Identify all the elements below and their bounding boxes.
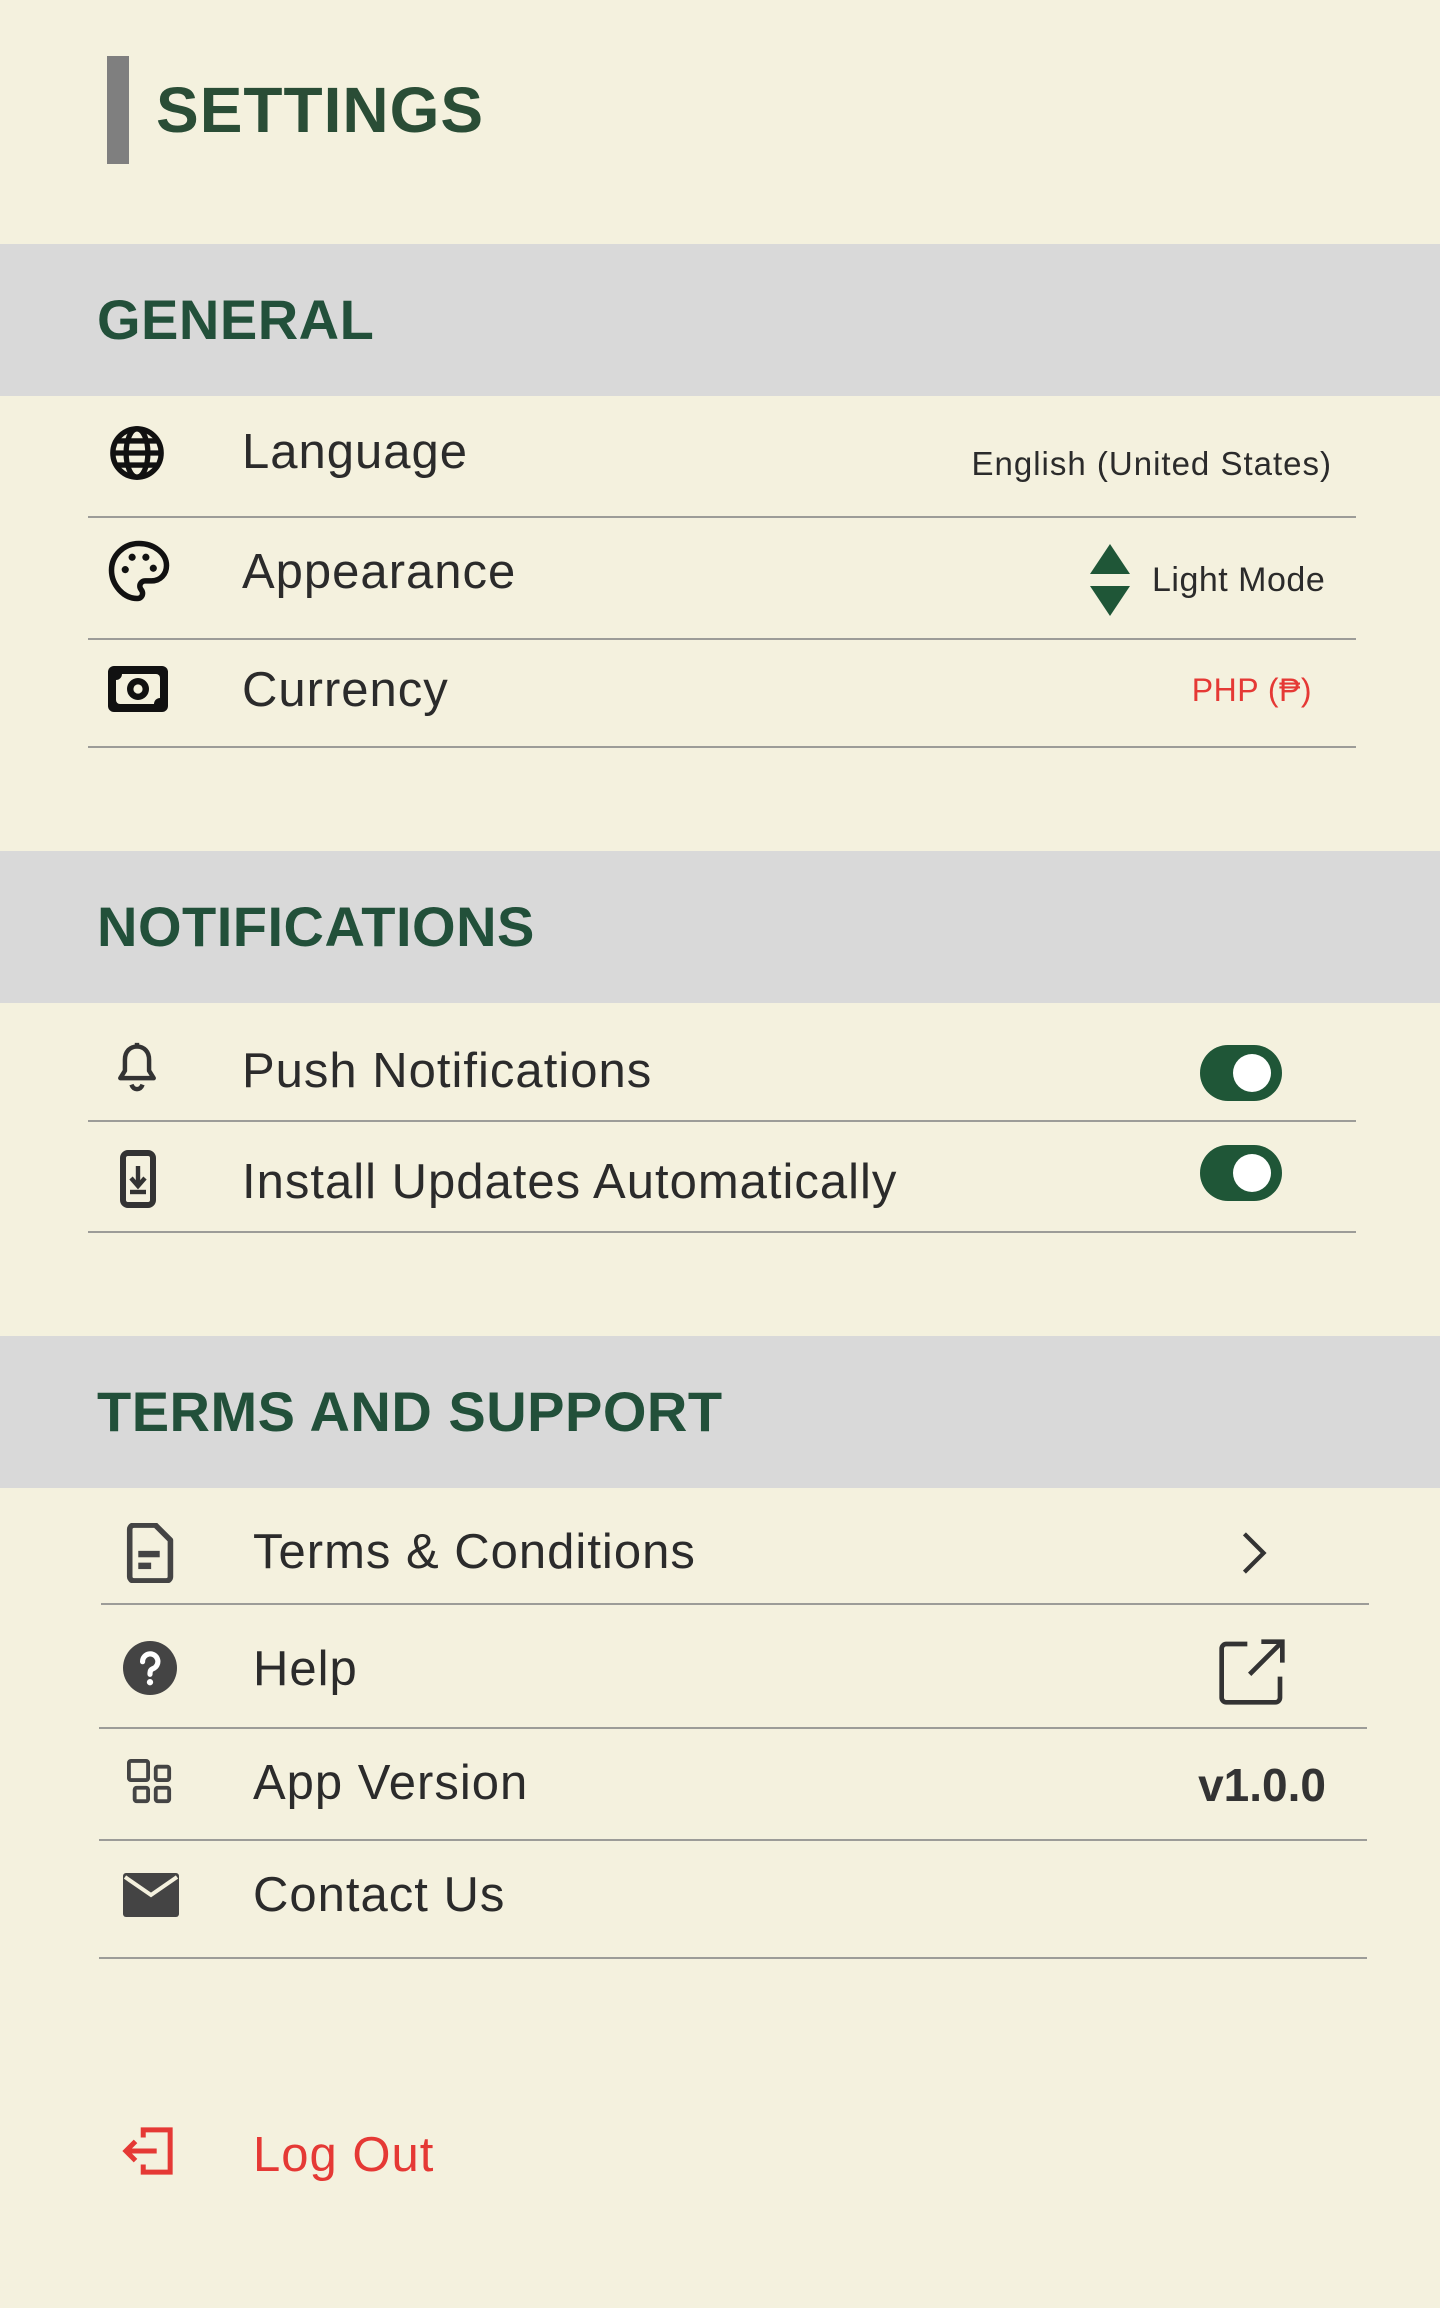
sort-arrows-icon[interactable] [1090,544,1130,616]
logout-label: Log Out [253,2128,435,2182]
appearance-label: Appearance [242,545,517,599]
terms-label: Terms & Conditions [253,1525,696,1579]
bell-icon [114,1041,160,1093]
globe-icon [108,424,166,482]
right-edge-strip [1440,0,1448,2308]
divider [88,746,1356,748]
section-header-notifications: NOTIFICATIONS [0,851,1448,1003]
contact-label: Contact Us [253,1868,506,1922]
currency-value[interactable]: PHP (₱) [1192,670,1312,710]
title-accent-bar [107,56,129,164]
logout-icon [122,2126,176,2176]
settings-row-app-version: App Version v1.0.0 [99,1729,1367,1841]
divider [99,1957,1367,1959]
settings-row-contact[interactable]: Contact Us [99,1841,1367,1959]
logout-button[interactable]: Log Out [120,2120,520,2190]
section-header-general: GENERAL [0,244,1448,396]
palette-icon [106,538,172,604]
divider [88,1231,1356,1233]
appearance-value[interactable]: Light Mode [1152,560,1325,600]
settings-row-appearance[interactable]: Appearance Light Mode [88,518,1356,640]
currency-label: Currency [242,663,449,717]
app-version-label: App Version [253,1756,529,1810]
section-title-notifications: NOTIFICATIONS [97,895,535,958]
settings-page: SETTINGS GENERAL Language English (Unite… [0,0,1448,2308]
download-icon [120,1150,156,1208]
push-notifications-toggle[interactable] [1200,1045,1282,1101]
settings-row-auto-updates[interactable]: Install Updates Automatically [88,1122,1356,1233]
toggle-knob [1233,1054,1271,1092]
settings-row-push-notifications[interactable]: Push Notifications [88,1003,1356,1122]
auto-updates-toggle[interactable] [1200,1145,1282,1201]
apps-icon [127,1759,173,1805]
language-value[interactable]: English (United States) [972,444,1333,484]
settings-row-terms[interactable]: Terms & Conditions [101,1488,1369,1605]
money-icon [108,666,168,712]
help-icon [123,1641,177,1695]
help-label: Help [253,1642,358,1696]
mail-icon [123,1873,179,1917]
settings-row-language[interactable]: Language English (United States) [88,400,1356,518]
language-label: Language [242,425,469,479]
section-title-general: GENERAL [97,288,375,351]
page-title: SETTINGS [156,74,485,146]
app-version-value: v1.0.0 [1198,1759,1326,1811]
settings-row-help[interactable]: Help [99,1605,1367,1729]
chevron-right-icon[interactable] [1240,1530,1268,1576]
external-link-icon[interactable] [1217,1637,1287,1707]
push-notifications-label: Push Notifications [242,1044,653,1098]
document-icon [123,1523,175,1583]
settings-row-currency[interactable]: Currency PHP (₱) [88,640,1356,748]
section-header-support: TERMS AND SUPPORT [0,1336,1448,1488]
auto-updates-label: Install Updates Automatically [242,1155,898,1209]
toggle-knob [1233,1154,1271,1192]
section-title-support: TERMS AND SUPPORT [97,1380,723,1443]
